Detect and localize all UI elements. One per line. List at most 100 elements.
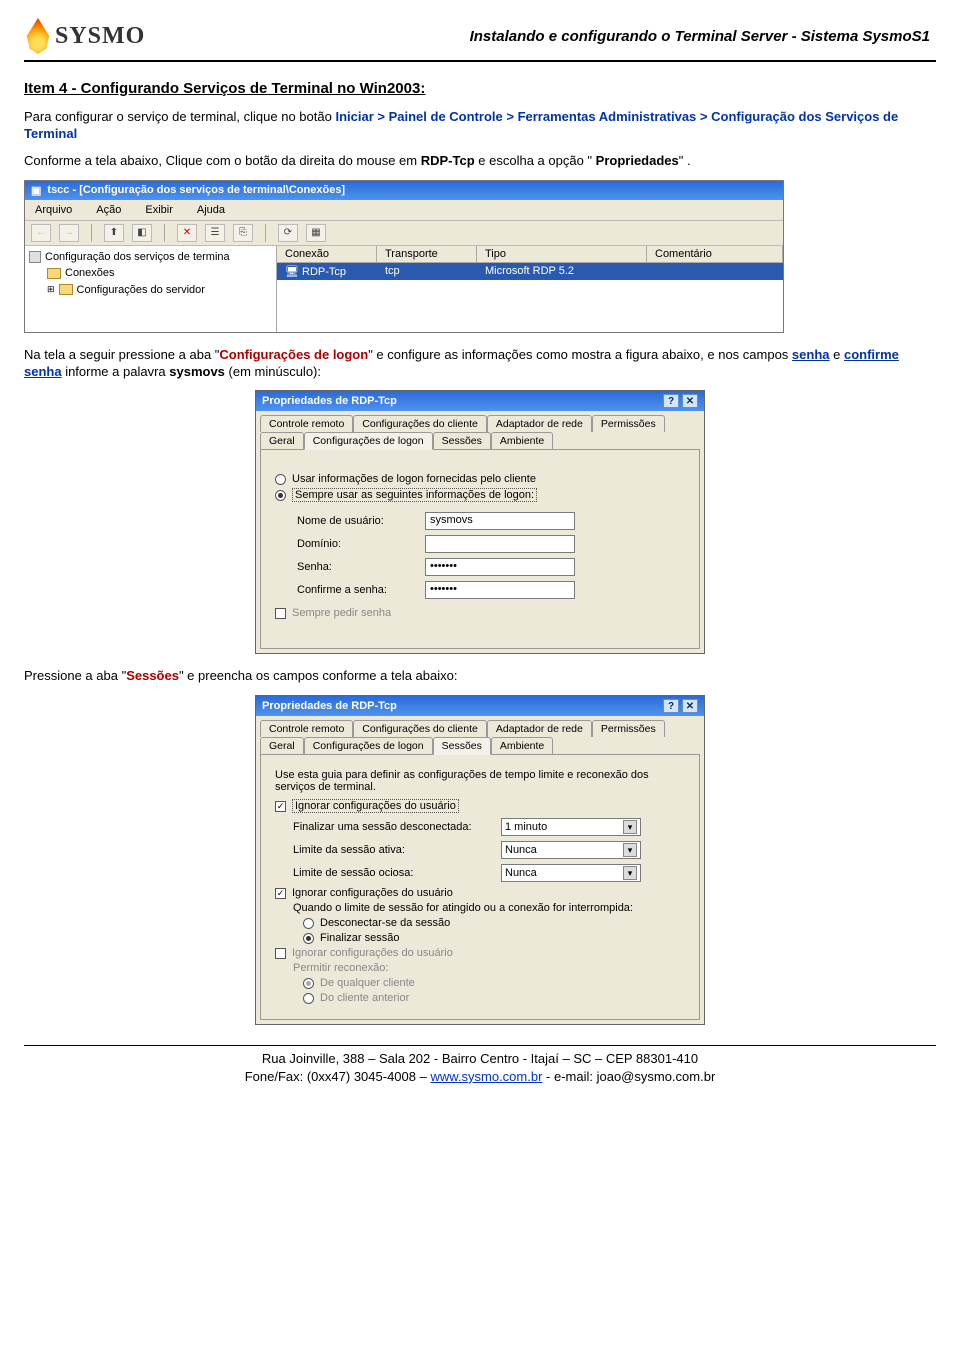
tree-root[interactable]: Configuração dos serviços de termina [29, 249, 272, 266]
sub-intro-text: Quando o limite de sessão for atingido o… [293, 902, 685, 914]
refresh-button[interactable]: ⟳ [278, 224, 298, 242]
tab-ambiente[interactable]: Ambiente [491, 737, 553, 754]
help-button[interactable]: ? [663, 699, 679, 713]
label-domain: Domínio: [297, 538, 417, 550]
radio-icon [303, 978, 314, 989]
export-button[interactable]: ⎘ [233, 224, 253, 242]
label-permit-reconnect: Permitir reconexão: [293, 962, 685, 974]
tscc-toolbar: ← → ⬆ ◧ ✕ ☰ ⎘ ⟳ ▦ [25, 221, 783, 246]
mmc-icon: ▣ [31, 184, 41, 197]
radio-always-use[interactable]: Sempre usar as seguintes informações de … [275, 488, 685, 502]
dialog-body: Use esta guia para definir as configuraç… [260, 754, 700, 1020]
text: e escolha a opção " [478, 153, 592, 168]
tree-conexoes-label: Conexões [65, 265, 115, 282]
list-row-rdp[interactable]: 🖥 RDP-Tcp tcp Microsoft RDP 5.2 [277, 263, 783, 280]
tree-panel[interactable]: Configuração dos serviços de termina Con… [25, 246, 277, 332]
checkbox-icon: ✓ [275, 801, 286, 812]
tab-config-logon[interactable]: Configurações de logon [304, 432, 433, 450]
col-comentario[interactable]: Comentário [647, 246, 783, 262]
tab-config-logon[interactable]: Configurações de logon [304, 737, 433, 754]
delete-button[interactable]: ✕ [177, 224, 197, 242]
radio-end-session[interactable]: Finalizar sessão [303, 932, 685, 944]
help-button[interactable]: ? [663, 394, 679, 408]
select-active-limit[interactable]: Nunca ▾ [501, 841, 641, 859]
paragraph-2: Conforme a tela abaixo, Clique com o bot… [24, 153, 936, 170]
list-header[interactable]: Conexão Transporte Tipo Comentário [277, 246, 783, 263]
select-value: Nunca [505, 844, 537, 856]
text: " e preencha os campos conforme a tela a… [179, 668, 458, 683]
col-transporte[interactable]: Transporte [377, 246, 477, 262]
tab-adaptador[interactable]: Adaptador de rede [487, 415, 592, 432]
page-header: SYSMO Instalando e configurando o Termin… [24, 18, 936, 62]
tab-adaptador[interactable]: Adaptador de rede [487, 720, 592, 737]
tab-sessoes[interactable]: Sessões [433, 737, 491, 755]
tab-controle-remoto[interactable]: Controle remoto [260, 720, 353, 737]
dialog-logon: Propriedades de RDP-Tcp ? ✕ Controle rem… [255, 390, 705, 654]
folder-icon [59, 284, 73, 295]
text: Pressione a aba " [24, 668, 126, 683]
show-hide-button[interactable]: ◧ [132, 224, 152, 242]
label-end-disconnected: Finalizar uma sessão desconectada: [293, 821, 493, 833]
list-panel: Conexão Transporte Tipo Comentário 🖥 RDP… [277, 246, 783, 332]
radio-client-info[interactable]: Usar informações de logon fornecidas pel… [275, 473, 685, 485]
text: Conforme a tela abaixo, Clique com o bot… [24, 153, 421, 168]
label-confirm-password: Confirme a senha: [297, 584, 417, 596]
sep: > [506, 109, 517, 124]
tscc-body: Configuração dos serviços de termina Con… [25, 246, 783, 332]
close-button[interactable]: ✕ [682, 699, 698, 713]
tab-config-cliente[interactable]: Configurações do cliente [353, 720, 487, 737]
properties-button[interactable]: ☰ [205, 224, 225, 242]
input-password[interactable]: ••••••• [425, 558, 575, 576]
up-button[interactable]: ⬆ [104, 224, 124, 242]
checkbox-label: Ignorar configurações do usuário [292, 799, 459, 813]
tscc-menubar[interactable]: Arquivo Ação Exibir Ajuda [25, 200, 783, 221]
select-end-disconnected[interactable]: 1 minuto▾ [501, 818, 641, 836]
input-confirm-password[interactable]: ••••••• [425, 581, 575, 599]
back-button[interactable]: ← [31, 224, 51, 242]
tab-geral[interactable]: Geral [260, 432, 304, 449]
dropdown-icon: ▾ [623, 866, 637, 880]
tree-conexoes[interactable]: Conexões [29, 265, 272, 282]
tab-sessoes[interactable]: Sessões [433, 432, 491, 449]
logo: SYSMO [24, 18, 145, 54]
cell-tipo: Microsoft RDP 5.2 [477, 263, 647, 280]
col-tipo[interactable]: Tipo [477, 246, 647, 262]
forward-button[interactable]: → [59, 224, 79, 242]
menu-acao[interactable]: Ação [86, 202, 135, 218]
menu-arquivo[interactable]: Arquivo [25, 202, 86, 218]
menu-ajuda[interactable]: Ajuda [187, 202, 239, 218]
tab-ambiente[interactable]: Ambiente [491, 432, 553, 449]
tscc-window: ▣ tscc - [Configuração dos serviços de t… [24, 180, 784, 333]
path-painel: Painel de Controle [389, 109, 503, 124]
menu-exibir[interactable]: Exibir [135, 202, 187, 218]
tab-permissoes[interactable]: Permissões [592, 415, 665, 432]
cell-conexao: RDP-Tcp [302, 266, 346, 278]
input-username[interactable]: sysmovs [425, 512, 575, 530]
radio-any-client: De qualquer cliente [303, 977, 685, 989]
close-button[interactable]: ✕ [682, 394, 698, 408]
sep: > [377, 109, 388, 124]
section-heading: Item 4 - Configurando Serviços de Termin… [24, 80, 936, 97]
tab-config-cliente[interactable]: Configurações do cliente [353, 415, 487, 432]
tab-geral[interactable]: Geral [260, 737, 304, 754]
path-ferramentas: Ferramentas Administrativas [518, 109, 697, 124]
radio-disconnect[interactable]: Desconectar-se da sessão [303, 917, 685, 929]
flame-icon [24, 18, 52, 54]
col-conexao[interactable]: Conexão [277, 246, 377, 262]
text: informe a palavra [62, 364, 170, 379]
text: " e configure as informações como mostra… [368, 347, 792, 362]
select-idle-limit[interactable]: Nunca▾ [501, 864, 641, 882]
checkbox-ignore-user-1[interactable]: ✓ Ignorar configurações do usuário [275, 799, 685, 813]
tree-config-servidor[interactable]: ⊞ Configurações do servidor [29, 282, 272, 299]
tree-root-label: Configuração dos serviços de termina [45, 249, 230, 266]
footer-link[interactable]: www.sysmo.com.br [430, 1069, 542, 1084]
checkbox-ignore-user-2[interactable]: ✓ Ignorar configurações do usuário [275, 887, 685, 899]
input-domain[interactable] [425, 535, 575, 553]
tab-permissoes[interactable]: Permissões [592, 720, 665, 737]
dropdown-icon: ▾ [623, 820, 637, 834]
dropdown-icon: ▾ [623, 843, 637, 857]
radio-label: Usar informações de logon fornecidas pel… [292, 473, 536, 485]
document-title: Instalando e configurando o Terminal Ser… [145, 28, 936, 45]
tab-controle-remoto[interactable]: Controle remoto [260, 415, 353, 432]
help-button[interactable]: ▦ [306, 224, 326, 242]
